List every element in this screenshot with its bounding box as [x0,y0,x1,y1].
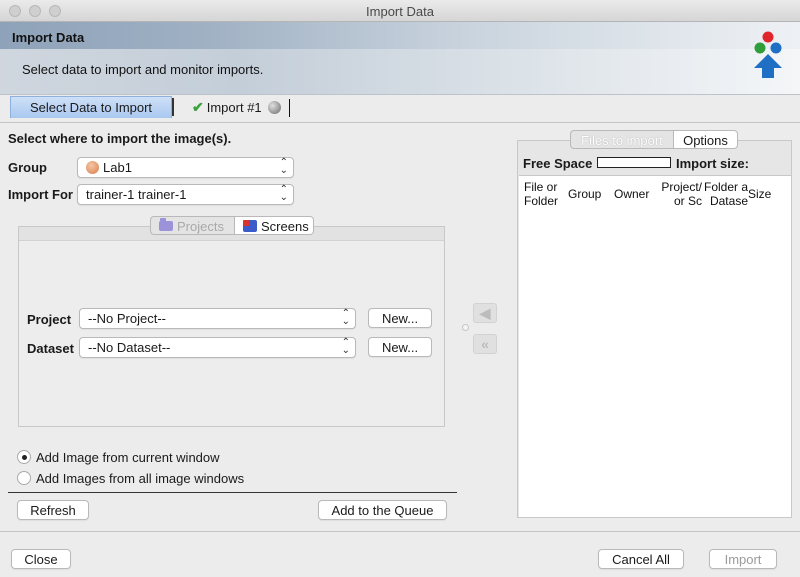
segment-screens-label: Screens [261,219,309,234]
select-arrows-icon: ⌃ ⌄ [279,184,288,203]
project-select[interactable]: --No Project-- ⌃ ⌄ [79,308,356,329]
refresh-button[interactable]: Refresh [17,500,89,520]
project-label: Project [27,312,72,327]
dataset-value: --No Dataset-- [88,340,171,355]
column-header-group[interactable]: Group [568,187,601,201]
remove-selected-button[interactable]: ◀ [473,303,497,323]
splitter-handle[interactable] [462,324,469,331]
column-header-size[interactable]: Size [748,187,771,201]
free-space-bar [597,157,671,168]
new-project-button[interactable]: New... [368,308,432,328]
import-for-select[interactable]: trainer-1 trainer-1 ⌃ ⌄ [77,184,294,205]
location-heading: Select where to import the image(s). [8,131,232,146]
checkmark-icon: ✔ [192,99,204,115]
omero-logo-icon [754,31,782,78]
banner-title: Import Data [0,22,800,49]
tab-select-data[interactable]: Select Data to Import [10,96,172,118]
queue-table[interactable]: File or Folder Group Owner Project/or Sc … [519,175,791,517]
select-arrows-icon: ⌃ ⌄ [341,308,350,327]
text-cursor [289,99,290,117]
import-for-label: Import For [8,187,73,202]
radio-all-windows[interactable] [17,471,31,485]
group-icon [86,161,99,174]
column-header-owner[interactable]: Owner [614,187,649,201]
tab-separator [172,98,174,116]
segment-options[interactable]: Options [673,130,738,149]
column-header-folder-dataset[interactable]: Folder a Datase [704,180,748,208]
column-header-file[interactable]: File or Folder [524,180,558,208]
cancel-all-button[interactable]: Cancel All [598,549,684,569]
footer-divider [0,531,800,532]
segment-projects-label: Projects [177,219,224,234]
import-for-value: trainer-1 trainer-1 [86,187,187,202]
radio-current-window[interactable] [17,450,31,464]
screen-icon [243,220,257,232]
divider [8,492,457,493]
segment-screens[interactable]: Screens [234,216,314,235]
import-size-label: Import size: [676,156,749,171]
group-label: Group [8,160,47,175]
new-dataset-button[interactable]: New... [368,337,432,357]
header-banner: Import Data Select data to import and mo… [0,22,800,95]
tab-import-label: Import #1 [206,100,262,115]
title-bar: Import Data [0,0,800,22]
close-tab-icon[interactable] [267,101,281,114]
remove-all-button[interactable]: « [473,334,497,354]
column-header-project[interactable]: Project/or Sc [658,180,702,208]
radio-current-window-label[interactable]: Add Image from current window [36,450,220,465]
close-button[interactable]: Close [11,549,71,569]
banner-subtitle: Select data to import and monitor import… [22,62,264,77]
double-chevron-left-icon: « [481,336,489,352]
tab-import-1[interactable]: ✔ Import #1 [192,99,281,119]
import-button[interactable]: Import [709,549,777,569]
dataset-select[interactable]: --No Dataset-- ⌃ ⌄ [79,337,356,358]
group-value: Lab1 [103,160,132,175]
segment-files-to-import[interactable]: Files to import [570,130,673,149]
project-value: --No Project-- [88,311,167,326]
radio-all-windows-label[interactable]: Add Images from all image windows [36,471,244,486]
group-select[interactable]: Lab1 ⌃ ⌄ [77,157,294,178]
add-to-queue-button[interactable]: Add to the Queue [318,500,447,520]
window-title: Import Data [366,4,434,19]
chevron-left-icon: ◀ [479,305,491,321]
free-space-label: Free Space [523,156,593,171]
select-arrows-icon: ⌃ ⌄ [341,337,350,356]
segment-projects[interactable]: Projects [150,216,234,235]
select-arrows-icon: ⌃ ⌄ [279,157,288,176]
dataset-label: Dataset [27,341,74,356]
folder-icon [159,218,173,231]
